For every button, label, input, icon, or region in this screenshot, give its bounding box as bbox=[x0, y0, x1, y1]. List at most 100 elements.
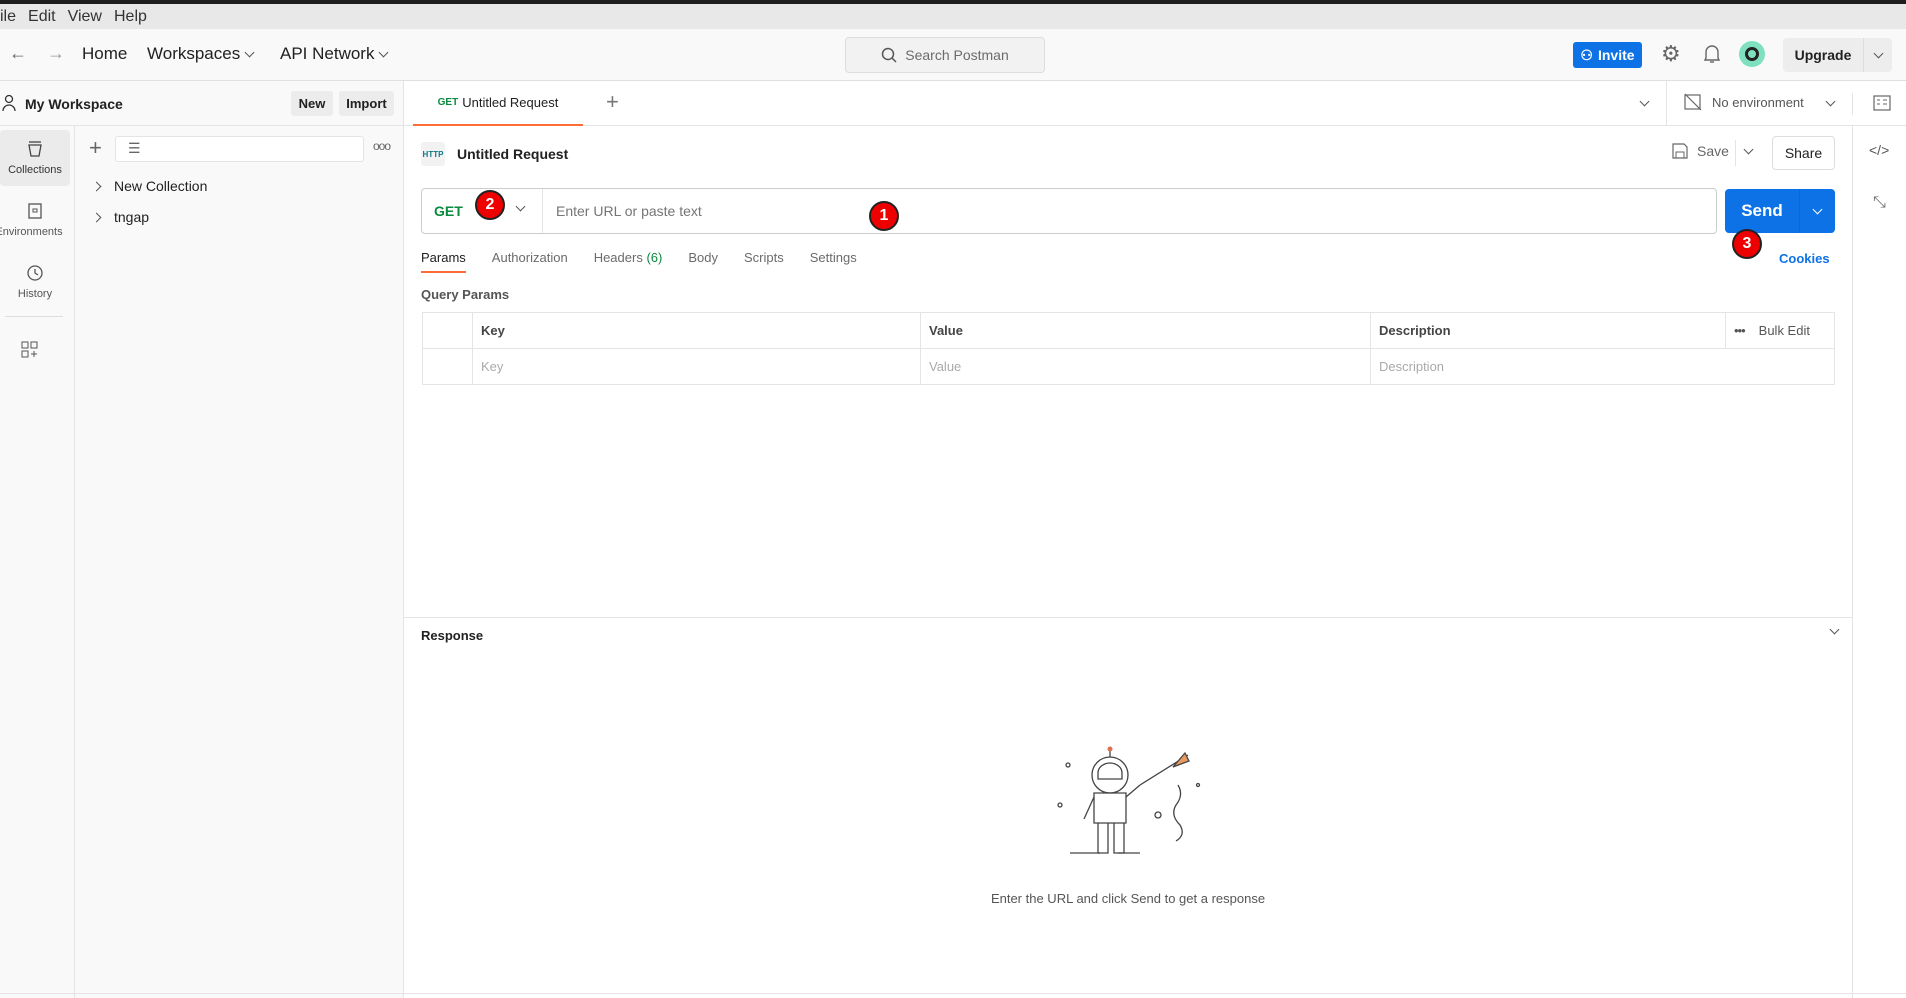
divider bbox=[1852, 93, 1853, 115]
tab-scripts[interactable]: Scripts bbox=[744, 250, 784, 273]
new-button[interactable]: New bbox=[291, 91, 333, 116]
http-icon: HTTP bbox=[421, 142, 445, 166]
forward-icon[interactable]: → bbox=[47, 43, 65, 64]
response-title: Response bbox=[421, 628, 484, 643]
menu-help[interactable]: Help bbox=[114, 8, 147, 26]
request-tabs: GET Untitled Request + No environment bbox=[404, 81, 1906, 126]
environment-quick-look-icon[interactable] bbox=[1873, 95, 1891, 113]
environments-icon bbox=[28, 203, 42, 219]
add-apps-icon[interactable] bbox=[21, 341, 39, 359]
chevron-down-icon bbox=[244, 47, 255, 57]
column-key: Key bbox=[472, 312, 921, 349]
add-user-icon: ⚇ bbox=[1580, 46, 1593, 63]
filter-icon: ☰ bbox=[128, 140, 141, 156]
tab-untitled-request[interactable]: GET Untitled Request bbox=[413, 81, 583, 126]
add-collection-icon[interactable]: + bbox=[89, 135, 102, 161]
save-button[interactable]: Save bbox=[1671, 142, 1729, 160]
bell-icon[interactable] bbox=[1703, 44, 1721, 64]
astronaut-illustration bbox=[1057, 746, 1201, 854]
table-row: Key Value Description bbox=[422, 348, 1835, 385]
send-button[interactable]: Send bbox=[1725, 189, 1835, 233]
history-icon bbox=[27, 265, 43, 281]
share-button[interactable]: Share bbox=[1772, 136, 1835, 170]
home-link[interactable]: Home bbox=[82, 44, 127, 64]
url-bar: GET bbox=[421, 188, 1717, 234]
api-network-menu[interactable]: API Network bbox=[280, 44, 389, 64]
divider bbox=[5, 316, 63, 317]
table-header-row: Key Value Description ••• Bulk Edit bbox=[422, 312, 1835, 349]
chevron-down-icon bbox=[1873, 48, 1883, 58]
tabs-dropdown-icon[interactable] bbox=[1639, 96, 1650, 107]
divider bbox=[1666, 81, 1667, 126]
collection-item[interactable]: New Collection bbox=[91, 178, 207, 194]
annotation-marker-2: 2 bbox=[475, 190, 505, 220]
sidebar: My Workspace New Import Collections Envi… bbox=[0, 81, 404, 998]
app-header: ← → Home Workspaces API Network Search P… bbox=[0, 29, 1906, 81]
import-button[interactable]: Import bbox=[339, 91, 394, 116]
response-divider bbox=[404, 617, 1852, 618]
more-options-icon[interactable]: ooo bbox=[373, 139, 391, 153]
sidebar-item-collections[interactable]: Collections bbox=[0, 130, 70, 186]
more-options-icon[interactable]: ••• bbox=[1734, 323, 1746, 338]
tab-headers[interactable]: Headers (6) bbox=[594, 250, 663, 273]
sidebar-item-history[interactable]: History bbox=[0, 254, 70, 310]
invite-button[interactable]: ⚇ Invite bbox=[1573, 42, 1642, 68]
tab-body[interactable]: Body bbox=[688, 250, 718, 273]
query-params-table: Key Value Description ••• Bulk Edit Key V… bbox=[422, 312, 1835, 385]
right-rail: </> ⤡ bbox=[1852, 126, 1906, 998]
sidebar-item-environments[interactable]: Environments bbox=[0, 192, 70, 248]
bulk-edit-cell: ••• Bulk Edit bbox=[1725, 312, 1835, 349]
no-environment-icon bbox=[1684, 93, 1702, 111]
workspace-name: My Workspace bbox=[25, 96, 123, 112]
upgrade-dropdown[interactable] bbox=[1863, 38, 1892, 72]
url-input[interactable] bbox=[544, 189, 1714, 233]
tab-authorization[interactable]: Authorization bbox=[492, 250, 568, 273]
environment-select[interactable]: No environment bbox=[1684, 93, 1834, 111]
related-icon[interactable]: ⤡ bbox=[1873, 194, 1886, 212]
response-empty-text: Enter the URL and click Send to get a re… bbox=[990, 891, 1266, 906]
back-icon[interactable]: ← bbox=[9, 43, 27, 64]
status-bar bbox=[0, 993, 1906, 994]
divider bbox=[1735, 140, 1736, 166]
search-input[interactable]: Search Postman bbox=[845, 37, 1045, 73]
send-dropdown[interactable] bbox=[1799, 189, 1835, 233]
column-description: Description bbox=[1370, 312, 1726, 349]
tab-params[interactable]: Params bbox=[421, 250, 466, 273]
avatar[interactable] bbox=[1739, 41, 1765, 67]
menu-file[interactable]: ile bbox=[0, 8, 16, 26]
menu-edit[interactable]: Edit bbox=[28, 8, 56, 26]
column-value: Value bbox=[920, 312, 1371, 349]
filter-input[interactable]: ☰ bbox=[115, 136, 364, 162]
chevron-down-icon bbox=[1812, 204, 1823, 214]
settings-icon[interactable]: ⚙ bbox=[1661, 41, 1681, 67]
query-params-label: Query Params bbox=[421, 287, 510, 302]
chevron-right-icon bbox=[91, 212, 102, 222]
new-tab-icon[interactable]: + bbox=[606, 89, 619, 115]
bulk-edit-button[interactable]: Bulk Edit bbox=[1759, 323, 1810, 338]
request-title[interactable]: Untitled Request bbox=[457, 146, 568, 162]
workspace-header: My Workspace New Import bbox=[0, 81, 404, 126]
user-icon bbox=[2, 94, 16, 112]
workspaces-menu[interactable]: Workspaces bbox=[147, 44, 255, 64]
menu-view[interactable]: View bbox=[68, 8, 102, 26]
annotation-marker-1: 1 bbox=[869, 201, 899, 231]
save-dropdown-icon[interactable] bbox=[1743, 144, 1754, 155]
code-icon[interactable]: </> bbox=[1869, 142, 1889, 158]
tab-settings[interactable]: Settings bbox=[810, 250, 857, 273]
upgrade-button[interactable]: Upgrade bbox=[1783, 38, 1892, 72]
description-input[interactable]: Description bbox=[1370, 348, 1835, 385]
search-icon bbox=[882, 47, 897, 63]
collapse-response-icon[interactable] bbox=[1829, 624, 1840, 635]
cookies-link[interactable]: Cookies bbox=[1779, 251, 1830, 266]
chevron-down-icon bbox=[515, 201, 526, 212]
value-input[interactable]: Value bbox=[920, 348, 1371, 385]
sidebar-rail: Collections Environments History bbox=[0, 126, 75, 998]
menu-bar: ile Edit View Help bbox=[0, 4, 1906, 29]
collection-item[interactable]: tngap bbox=[91, 209, 149, 225]
annotation-marker-3: 3 bbox=[1732, 229, 1762, 259]
request-subtabs: Params Authorization Headers (6) Body Sc… bbox=[421, 250, 857, 273]
collections-icon bbox=[28, 141, 42, 157]
save-icon bbox=[1672, 143, 1688, 159]
chevron-right-icon bbox=[91, 181, 102, 191]
key-input[interactable]: Key bbox=[472, 348, 921, 385]
